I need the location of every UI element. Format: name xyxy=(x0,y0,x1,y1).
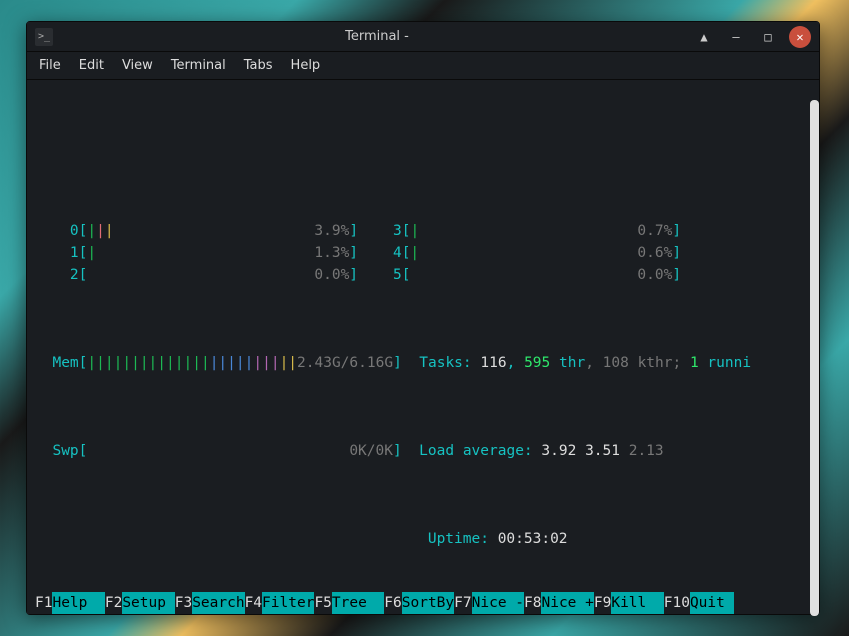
menu-terminal[interactable]: Terminal xyxy=(171,58,226,73)
fkey-F4: F4 xyxy=(245,592,262,614)
titlebar: >_ Terminal - ▲ — □ ✕ xyxy=(27,22,819,52)
terminal-content[interactable]: 0[||| 3.9%] 3[| 0.7%] 1[| 1.3%] 4[| 0.6%… xyxy=(27,80,819,614)
fkey-F2: F2 xyxy=(105,592,122,614)
scrollbar[interactable] xyxy=(810,100,819,616)
minimize-button[interactable]: — xyxy=(725,26,747,48)
fkey-F1-label[interactable]: Help xyxy=(52,592,104,614)
close-button[interactable]: ✕ xyxy=(789,26,811,48)
fkey-F5: F5 xyxy=(314,592,331,614)
swap-meter: Swp[ 0K/0K] Load average: 3.92 3.51 2.13 xyxy=(35,440,811,462)
menu-edit[interactable]: Edit xyxy=(79,58,104,73)
fkey-F4-label[interactable]: Filter xyxy=(262,592,314,614)
terminal-window: >_ Terminal - ▲ — □ ✕ File Edit View Ter… xyxy=(26,21,820,615)
blank-line xyxy=(35,132,811,154)
cpu-meter-1: 1[| 1.3%] 4[| 0.6%] xyxy=(35,242,811,264)
window-controls: ▲ — □ ✕ xyxy=(693,26,811,48)
fkey-F6-label[interactable]: SortBy xyxy=(402,592,454,614)
fkey-F7-label[interactable]: Nice - xyxy=(472,592,524,614)
menu-view[interactable]: View xyxy=(122,58,153,73)
function-key-bar: F1Help F2Setup F3SearchF4FilterF5Tree F6… xyxy=(35,592,811,614)
fkey-F7: F7 xyxy=(454,592,471,614)
fkey-F3-label[interactable]: Search xyxy=(192,592,244,614)
fkey-F9-label[interactable]: Kill xyxy=(611,592,663,614)
keep-above-button[interactable]: ▲ xyxy=(693,26,715,48)
fkey-F5-label[interactable]: Tree xyxy=(332,592,384,614)
fkey-F8: F8 xyxy=(524,592,541,614)
fkey-F10-label[interactable]: Quit xyxy=(690,592,734,614)
fkey-F9: F9 xyxy=(594,592,611,614)
fkey-F3: F3 xyxy=(175,592,192,614)
menubar: File Edit View Terminal Tabs Help xyxy=(27,52,819,80)
menu-help[interactable]: Help xyxy=(291,58,321,73)
mem-meter: Mem[||||||||||||||||||||||||2.43G/6.16G]… xyxy=(35,352,811,374)
menu-tabs[interactable]: Tabs xyxy=(244,58,273,73)
fkey-F2-label[interactable]: Setup xyxy=(122,592,174,614)
cpu-meter-2: 2[ 0.0%] 5[ 0.0%] xyxy=(35,264,811,286)
window-title: Terminal - xyxy=(61,29,693,44)
fkey-F1: F1 xyxy=(35,592,52,614)
menu-file[interactable]: File xyxy=(39,58,61,73)
cpu-meter-0: 0[||| 3.9%] 3[| 0.7%] xyxy=(35,220,811,242)
fkey-F10: F10 xyxy=(664,592,690,614)
fkey-F6: F6 xyxy=(384,592,401,614)
maximize-button[interactable]: □ xyxy=(757,26,779,48)
terminal-icon: >_ xyxy=(35,28,53,46)
fkey-F8-label[interactable]: Nice + xyxy=(541,592,593,614)
uptime-line: Uptime: 00:53:02 xyxy=(35,528,811,550)
